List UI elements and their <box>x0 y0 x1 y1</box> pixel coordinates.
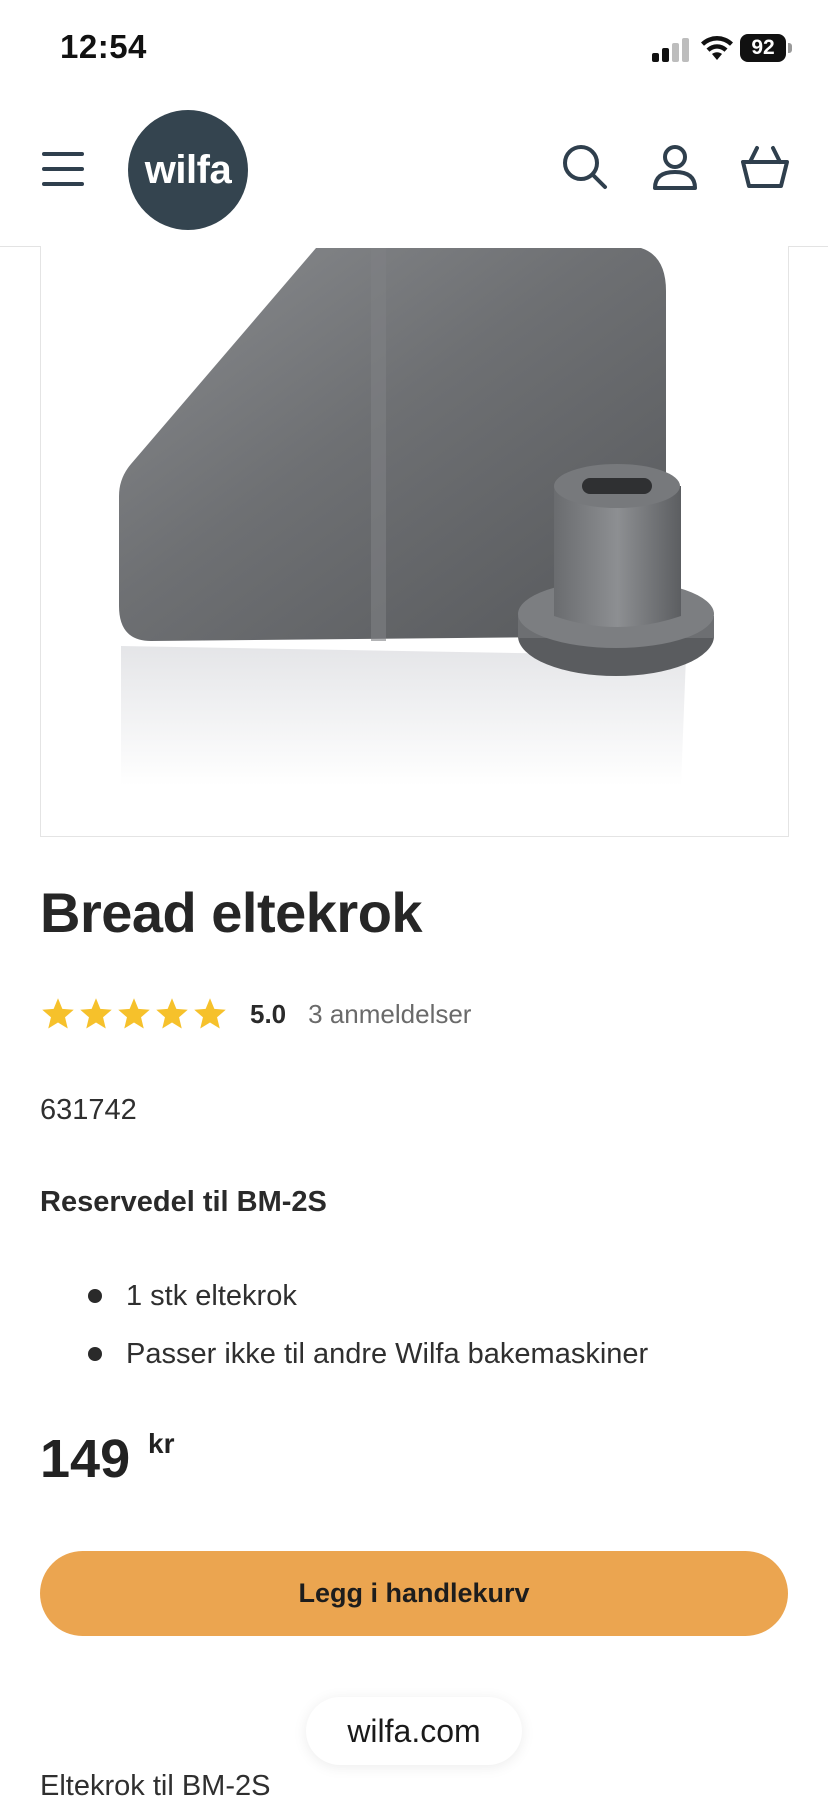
cellular-signal-icon <box>652 36 690 62</box>
status-time: 12:54 <box>60 28 147 65</box>
product-subheading: Reservedel til BM-2S <box>40 1186 327 1218</box>
rating-stars <box>40 996 228 1032</box>
price-amount: 149 <box>40 1429 131 1489</box>
product-description: Eltekrok til BM-2S <box>40 1770 271 1802</box>
star-icon <box>156 998 188 1029</box>
rating-score: 5.0 <box>250 998 287 1029</box>
review-count-link[interactable]: 3 anmeldelser <box>308 999 471 1030</box>
list-item: Passer ikke til andre Wilfa bakemaskiner <box>88 1330 648 1388</box>
product-image[interactable] <box>40 246 789 837</box>
star-icon <box>80 998 112 1029</box>
star-icon <box>194 998 226 1029</box>
browser-url-bar[interactable]: wilfa.com <box>306 1697 522 1765</box>
search-icon[interactable] <box>560 142 610 192</box>
list-item: 1 stk eltekrok <box>88 1272 648 1330</box>
star-icon <box>42 998 74 1029</box>
add-to-cart-button[interactable]: Legg i handlekurv <box>40 1551 788 1636</box>
price-currency: kr <box>148 1428 175 1459</box>
product-sku: 631742 <box>40 1094 137 1126</box>
status-bar: 12:54 92 <box>0 0 828 100</box>
feature-list: 1 stk eltekrok Passer ikke til andre Wil… <box>88 1272 648 1388</box>
star-icon <box>118 998 150 1029</box>
product-rating[interactable]: 5.0 3 anmeldelser <box>40 992 471 1036</box>
battery-level: 92 <box>740 34 786 62</box>
wifi-icon <box>701 36 733 60</box>
menu-icon[interactable] <box>42 152 86 186</box>
account-icon[interactable] <box>650 142 700 192</box>
kneading-hook-image <box>119 248 714 786</box>
site-header: wilfa <box>0 100 828 247</box>
basket-icon[interactable] <box>740 142 790 192</box>
battery-icon: 92 <box>740 34 792 62</box>
product-title: Bread eltekrok <box>40 881 423 944</box>
wilfa-logo[interactable]: wilfa <box>128 110 248 230</box>
